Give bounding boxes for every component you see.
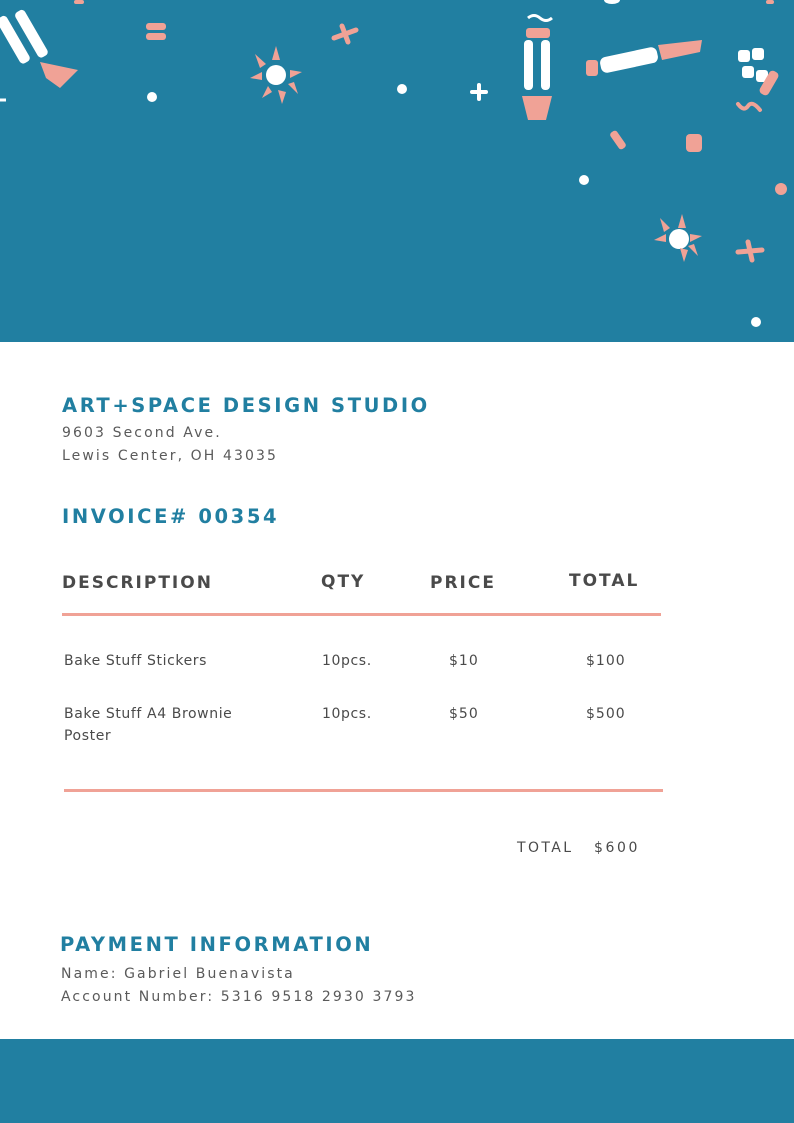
grand-total-value: $600 <box>594 840 641 856</box>
column-header-qty: QTY <box>321 572 366 592</box>
item-description: Bake Stuff A4 Brownie Poster <box>64 706 233 744</box>
company-name: ART+SPACE DESIGN STUDIO <box>62 394 430 417</box>
header-banner <box>0 0 794 342</box>
column-header-description: DESCRIPTION <box>62 573 213 593</box>
column-header-price: PRICE <box>430 573 496 593</box>
item-price: $50 <box>449 706 479 722</box>
company-address-line1: 9603 Second Ave. <box>62 425 222 441</box>
paintbrush-icon <box>586 40 702 76</box>
item-description: Bake Stuff Stickers <box>64 653 208 669</box>
column-header-total: TOTAL <box>569 571 640 591</box>
company-address-line2: Lewis Center, OH 43035 <box>62 448 279 464</box>
doodle-decorations <box>0 0 787 327</box>
payment-name: Name: Gabriel Buenavista <box>61 966 295 982</box>
grid-doodle-icon <box>738 48 779 96</box>
invoice-number: INVOICE# 00354 <box>62 505 280 528</box>
item-qty: 10pcs. <box>322 706 372 722</box>
table-divider-top <box>62 613 661 616</box>
item-price: $10 <box>449 653 479 669</box>
item-total: $500 <box>586 706 626 722</box>
footer-band <box>0 1039 794 1123</box>
grand-total-label: TOTAL <box>517 840 574 856</box>
item-total: $100 <box>586 653 626 669</box>
sun-doodle-icon <box>250 46 302 104</box>
item-qty: 10pcs. <box>322 653 372 669</box>
sun-doodle-icon <box>654 214 702 262</box>
payment-info-title: PAYMENT INFORMATION <box>60 933 374 956</box>
payment-account-number: Account Number: 5316 9518 2930 3793 <box>61 989 417 1005</box>
paintbrush-icon <box>522 14 553 120</box>
table-divider-bottom <box>64 789 663 792</box>
paintbrush-icon <box>0 9 78 88</box>
